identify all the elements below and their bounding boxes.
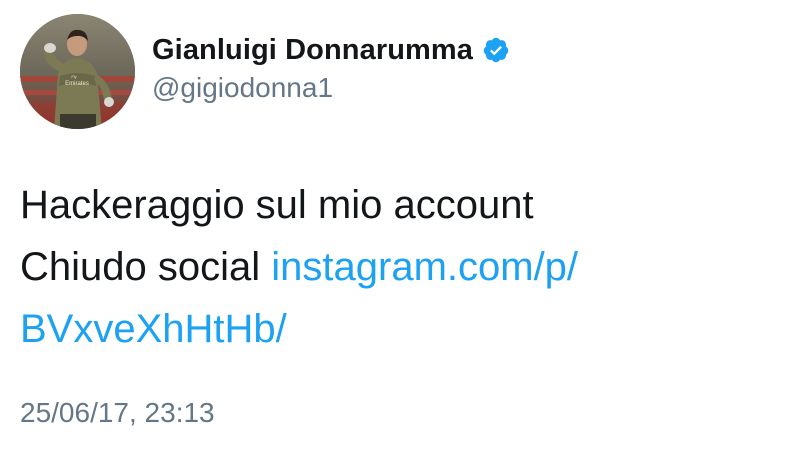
display-name[interactable]: Gianluigi Donnarumma [152, 34, 473, 67]
verified-badge-icon [482, 36, 510, 64]
tweet-line-1: Hackeraggio sul mio account [20, 183, 534, 227]
instagram-link[interactable]: instagram.com/p/ [271, 245, 578, 289]
avatar[interactable]: Emirates Fly [20, 14, 135, 129]
svg-text:Fly: Fly [71, 74, 76, 79]
avatar-sponsor-text: Emirates [65, 81, 89, 87]
user-handle[interactable]: @gigiodonna1 [152, 72, 333, 104]
tweet-line-2: Chiudo social instagram.com/p/ [20, 236, 790, 298]
tweet-card: Emirates Fly Gianluigi Donnarumma @gigio… [0, 0, 810, 450]
display-name-row: Gianluigi Donnarumma [152, 30, 510, 70]
tweet-line-2-text: Chiudo social [20, 245, 261, 289]
profile-photo: Emirates Fly [20, 14, 135, 129]
tweet-line-3: BVxveXhHtHb/ [20, 298, 790, 360]
instagram-link-continued[interactable]: BVxveXhHtHb/ [20, 307, 287, 351]
tweet-text: Hackeraggio sul mio account Chiudo socia… [20, 174, 790, 360]
tweet-timestamp[interactable]: 25/06/17, 23:13 [20, 397, 215, 429]
